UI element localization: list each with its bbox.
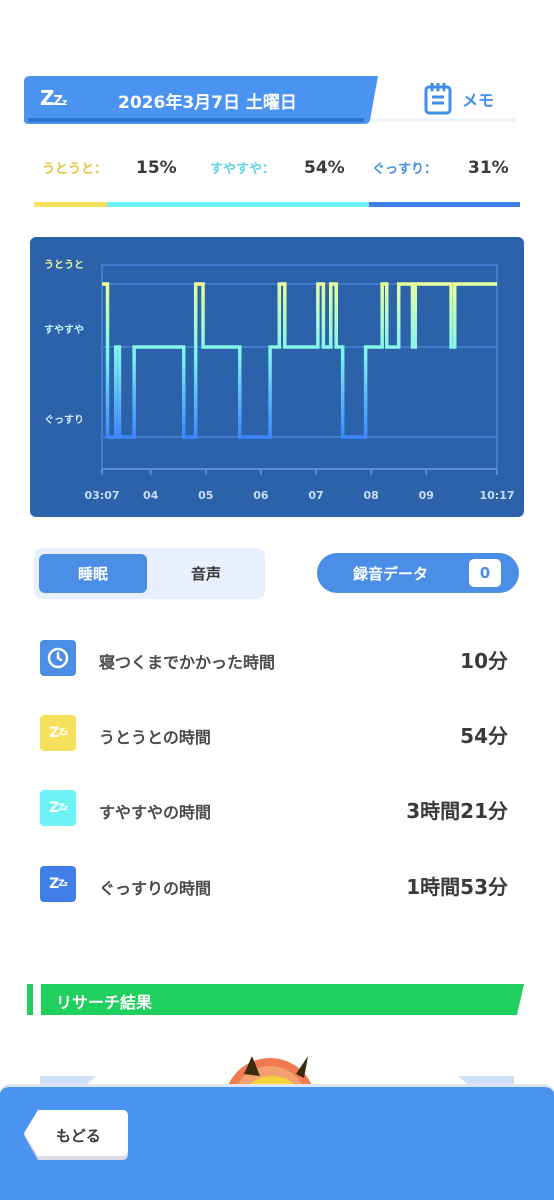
stat-row-deep: ZZz ぐっすりの時間 1時間53分 — [40, 866, 508, 904]
stat-row-fall-asleep: 寝つくまでかかった時間 10分 — [40, 640, 508, 678]
chart-x-tick-label: 06 — [253, 489, 269, 502]
ratio-medium-value: 54% — [304, 158, 345, 178]
chart-x-tick-label: 05 — [198, 489, 213, 502]
stat-value-medium: 3時間21分 — [406, 799, 508, 823]
ratio-light-label: うとうと： — [42, 162, 108, 177]
chart-x-tick-label: 04 — [143, 489, 159, 502]
stat-row-medium: ZZz すやすやの時間 3時間21分 — [40, 790, 508, 828]
tab-sleep[interactable]: 睡眠 — [39, 554, 147, 593]
sleep-report-screen: ZZz 2026年3月7日 土曜日 メモ うとうと： 15% すやすや： 54%… — [0, 0, 554, 1200]
ratio-bar — [34, 202, 520, 207]
notepad-icon — [424, 83, 452, 115]
recording-count-badge: 0 — [469, 559, 501, 587]
stat-label-deep: ぐっすりの時間 — [99, 879, 212, 898]
chart-y-label: すやすや — [44, 324, 84, 336]
stat-row-light: ZZz うとうとの時間 54分 — [40, 715, 508, 753]
stat-label-medium: すやすやの時間 — [99, 803, 212, 822]
ratio-medium: すやすや： 54% — [210, 158, 345, 178]
chart-x-tick-label: 03:07 — [84, 489, 119, 502]
stat-value-deep: 1時間53分 — [406, 875, 508, 899]
report-date: 2026年3月7日 土曜日 — [118, 93, 297, 113]
zzz-deep-icon: ZZz — [40, 866, 76, 902]
ratio-bar-segment — [369, 202, 520, 207]
back-label: もどる — [56, 1127, 101, 1145]
chart-y-label: ぐっすり — [44, 414, 84, 426]
stat-value-light: 54分 — [460, 724, 508, 748]
stat-label-fall-asleep: 寝つくまでかかった時間 — [99, 653, 276, 672]
chart-x-tick-label: 07 — [308, 489, 323, 502]
view-tabs: 睡眠 音声 — [34, 548, 265, 599]
sleep-stage-line — [102, 282, 497, 439]
zzz-medium-icon: ZZz — [40, 790, 76, 826]
zzz-light-icon: ZZz — [40, 715, 76, 751]
stat-label-light: うとうとの時間 — [99, 728, 211, 747]
ratio-bar-segment — [34, 202, 107, 207]
zzz-sleep-icon: ZZz — [40, 86, 67, 110]
chart-x-tick-label: 08 — [363, 489, 378, 502]
memo-button[interactable]: メモ — [424, 80, 514, 118]
ratio-medium-label: すやすや： — [210, 162, 276, 177]
recording-data-button[interactable]: 録音データ 0 — [317, 553, 519, 593]
ratio-deep-label: ぐっすり： — [372, 162, 438, 177]
ratio-deep-value: 31% — [468, 158, 509, 178]
chart-y-label: うとうと — [44, 259, 84, 271]
chart-x-tick-label: 09 — [419, 489, 434, 502]
ratio-deep: ぐっすり： 31% — [372, 158, 509, 178]
ratio-light-value: 15% — [136, 158, 177, 178]
research-title: リサーチ結果 — [56, 993, 153, 1012]
clock-icon — [40, 640, 76, 676]
chart-x-tick-label: 10:17 — [479, 489, 514, 502]
sleep-chart-svg: うとうとすやすやぐっすり 03:07 04 05 06 07 08 09 10:17 — [44, 259, 515, 502]
back-button[interactable]: もどる — [24, 1110, 128, 1160]
ratio-bar-segment — [106, 202, 370, 207]
stat-value-fall-asleep: 10分 — [460, 649, 508, 673]
memo-label: メモ — [462, 91, 495, 110]
chart-plot-frame — [101, 264, 498, 470]
sleep-chart: うとうとすやすやぐっすり 03:07 04 05 06 07 08 09 10:17 — [30, 237, 524, 517]
ratio-light: うとうと： 15% — [42, 158, 177, 178]
recording-data-label: 録音データ — [353, 564, 429, 583]
tab-audio[interactable]: 音声 — [152, 554, 260, 593]
